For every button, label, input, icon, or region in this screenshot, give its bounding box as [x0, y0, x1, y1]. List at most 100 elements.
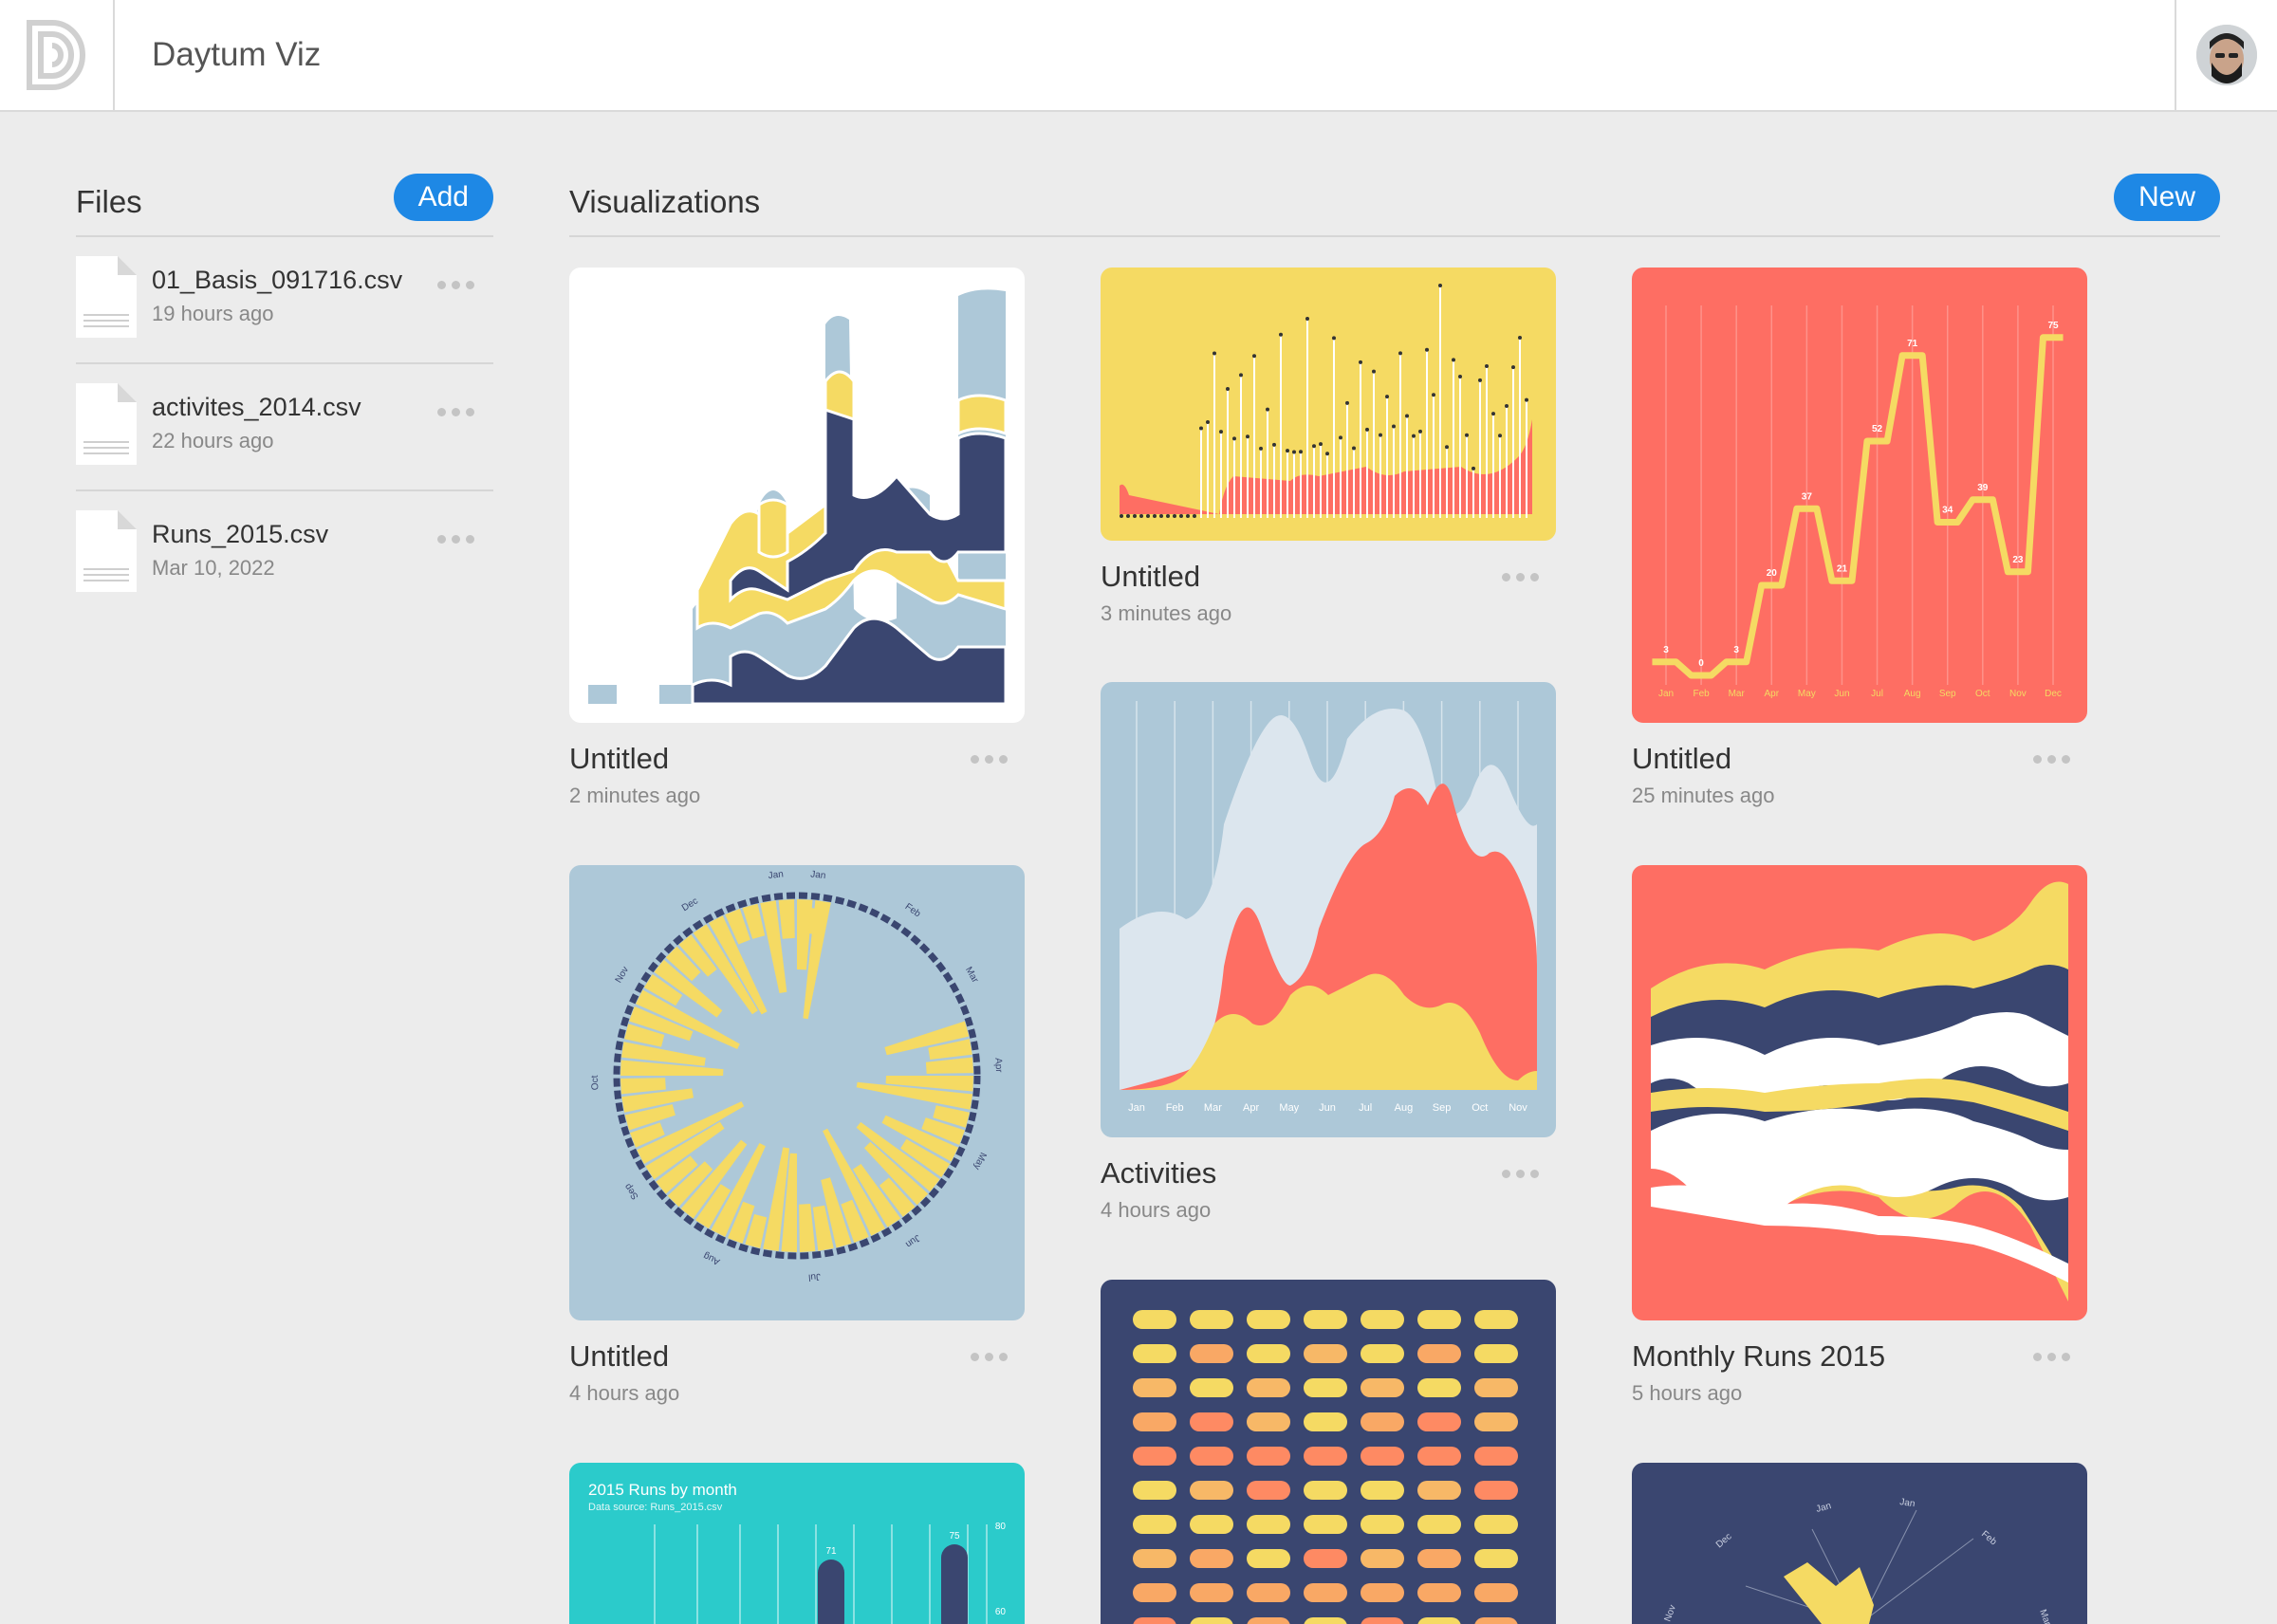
- file-item[interactable]: 01_Basis_091716.csv 19 hours ago: [76, 237, 493, 364]
- viz-menu-button[interactable]: [971, 1353, 1008, 1361]
- avatar-cell[interactable]: [2175, 0, 2277, 110]
- month-label: May: [1279, 1102, 1299, 1114]
- viz-title: Untitled: [1101, 560, 1201, 593]
- viz-time: 4 hours ago: [569, 1381, 680, 1405]
- heatmap-cell: [1304, 1515, 1347, 1534]
- visualization-card[interactable]: 2015 Runs by month Data source: Runs_201…: [569, 1463, 1025, 1624]
- heatmap-cell: [1190, 1481, 1233, 1500]
- heatmap-cell: [1474, 1412, 1518, 1431]
- month-label: Aug: [1904, 689, 1921, 699]
- visualization-card[interactable]: [1101, 1280, 1556, 1624]
- avatar[interactable]: [2196, 25, 2257, 85]
- file-item[interactable]: Runs_2015.csv Mar 10, 2022: [76, 491, 493, 618]
- viz-thumbnail[interactable]: Jan Feb Mar Apr May Jun Jul Aug Sep Oct Nov: [1101, 682, 1556, 1137]
- viz-thumbnail[interactable]: [1101, 268, 1556, 541]
- file-menu-button[interactable]: [437, 281, 474, 289]
- lollipop-dot: [1159, 514, 1163, 518]
- step-value-label: 3: [1663, 645, 1669, 655]
- lollipop-dot: [1412, 434, 1416, 438]
- heatmap-cell: [1361, 1481, 1404, 1500]
- visualization-card[interactable]: Jan Jan Feb Dec Nov Mar: [1632, 1463, 2087, 1624]
- heatmap-cell: [1417, 1481, 1461, 1500]
- heatmap-cell: [1133, 1617, 1176, 1624]
- viz-thumbnail[interactable]: [1101, 1280, 1556, 1624]
- viz-thumbnail[interactable]: [1632, 865, 2087, 1320]
- viz-menu-button[interactable]: [1502, 573, 1539, 581]
- file-name: 01_Basis_091716.csv: [152, 266, 403, 294]
- file-icon: [76, 510, 137, 592]
- heatmap-cell: [1190, 1344, 1233, 1363]
- lollipop-dot: [1478, 378, 1482, 382]
- lollipop-dot: [1299, 450, 1303, 454]
- heatmap-cell: [1361, 1447, 1404, 1466]
- viz-thumbnail[interactable]: [569, 268, 1025, 723]
- heatmap-cell: [1247, 1583, 1290, 1602]
- lollipop-dot: [1405, 414, 1409, 418]
- lollipop-dot: [1193, 514, 1196, 518]
- viz-menu-button[interactable]: [1502, 1170, 1539, 1178]
- lollipop-dot: [1452, 358, 1455, 362]
- logo[interactable]: [0, 0, 115, 110]
- month-label: Jun: [1319, 1102, 1336, 1114]
- step-value-label: 3: [1733, 645, 1739, 655]
- heatmap-cell: [1190, 1515, 1233, 1534]
- heatmap-cell: [1133, 1344, 1176, 1363]
- top-bar: Daytum Viz: [0, 0, 2277, 112]
- heatmap-cell: [1190, 1583, 1233, 1602]
- visualization-card[interactable]: Untitled 3 minutes ago: [1101, 268, 1556, 625]
- heatmap-cell: [1247, 1310, 1290, 1329]
- lollipop-dot: [1458, 375, 1462, 379]
- file-name: activites_2014.csv: [152, 393, 361, 421]
- lollipop-dot: [1518, 336, 1522, 340]
- heatmap-cell: [1247, 1515, 1290, 1534]
- file-item[interactable]: activites_2014.csv 22 hours ago: [76, 364, 493, 491]
- visualization-card[interactable]: Monthly Runs 2015 5 hours ago: [1632, 865, 2087, 1405]
- viz-thumbnail[interactable]: 3 0 3 20 37 21 52 71 34 39 23 75 Jan Feb Mar Apr May Jun…: [1632, 268, 2087, 723]
- heatmap-cell: [1361, 1378, 1404, 1397]
- lollipop-dot: [1438, 284, 1442, 287]
- new-visualization-button[interactable]: New: [2113, 174, 2220, 221]
- heatmap-cell: [1417, 1515, 1461, 1534]
- viz-menu-button[interactable]: [2033, 755, 2070, 764]
- lollipop-dot: [1465, 433, 1469, 437]
- heatmap-cell: [1133, 1447, 1176, 1466]
- heatmap-cell: [1361, 1583, 1404, 1602]
- month-label: Apr: [992, 1058, 1004, 1074]
- heatmap-cell: [1304, 1617, 1347, 1624]
- step-value-label: 21: [1837, 563, 1848, 574]
- file-menu-button[interactable]: [437, 535, 474, 544]
- visualization-card[interactable]: Jan Jan Feb Mar Apr May Jun Jul Aug Sep Oct Nov Dec …: [569, 865, 1025, 1405]
- heatmap-cell: [1417, 1412, 1461, 1431]
- month-label: Apr: [1764, 689, 1779, 699]
- axis-tick: 80: [995, 1522, 1007, 1532]
- lollipop-dot: [1498, 434, 1502, 438]
- viz-thumbnail[interactable]: Jan Jan Feb Dec Nov Mar: [1632, 1463, 2087, 1624]
- lollipop-dot: [1485, 363, 1489, 368]
- file-time: 19 hours ago: [152, 302, 274, 325]
- visualization-card[interactable]: 3 0 3 20 37 21 52 71 34 39 23 75 Jan Feb Mar Apr May Jun…: [1632, 268, 2087, 807]
- heatmap-cell: [1474, 1447, 1518, 1466]
- lollipop-dot: [1239, 373, 1243, 378]
- viz-menu-button[interactable]: [2033, 1353, 2070, 1361]
- heatmap-cell: [1417, 1378, 1461, 1397]
- visualization-card[interactable]: Jan Feb Mar Apr May Jun Jul Aug Sep Oct Nov Activi…: [1101, 682, 1556, 1222]
- lollipop-dot: [1352, 446, 1356, 451]
- month-label: Aug: [1395, 1102, 1414, 1114]
- lollipop-dot: [1206, 419, 1210, 424]
- file-menu-button[interactable]: [437, 408, 474, 416]
- step-value-label: 75: [2047, 321, 2059, 331]
- viz-menu-button[interactable]: [971, 755, 1008, 764]
- viz-title: Activities: [1101, 1156, 1217, 1190]
- lollipop-dot: [1226, 386, 1230, 391]
- heatmap-cell: [1190, 1412, 1233, 1431]
- month-label: Feb: [1166, 1102, 1184, 1114]
- viz-thumbnail[interactable]: Jan JanFebMarAprMayJunJulAugSepOctNovDec: [569, 865, 1025, 1320]
- lollipop-dot: [1425, 347, 1429, 352]
- app-title: Daytum Viz: [152, 36, 322, 73]
- month-label: Jun: [1834, 689, 1849, 699]
- viz-thumbnail[interactable]: 2015 Runs by month Data source: Runs_201…: [569, 1463, 1025, 1624]
- add-file-button[interactable]: Add: [393, 174, 493, 221]
- visualization-card[interactable]: Untitled 2 minutes ago: [569, 268, 1025, 807]
- lollipop-dot: [1259, 446, 1263, 451]
- heatmap-cell: [1474, 1617, 1518, 1624]
